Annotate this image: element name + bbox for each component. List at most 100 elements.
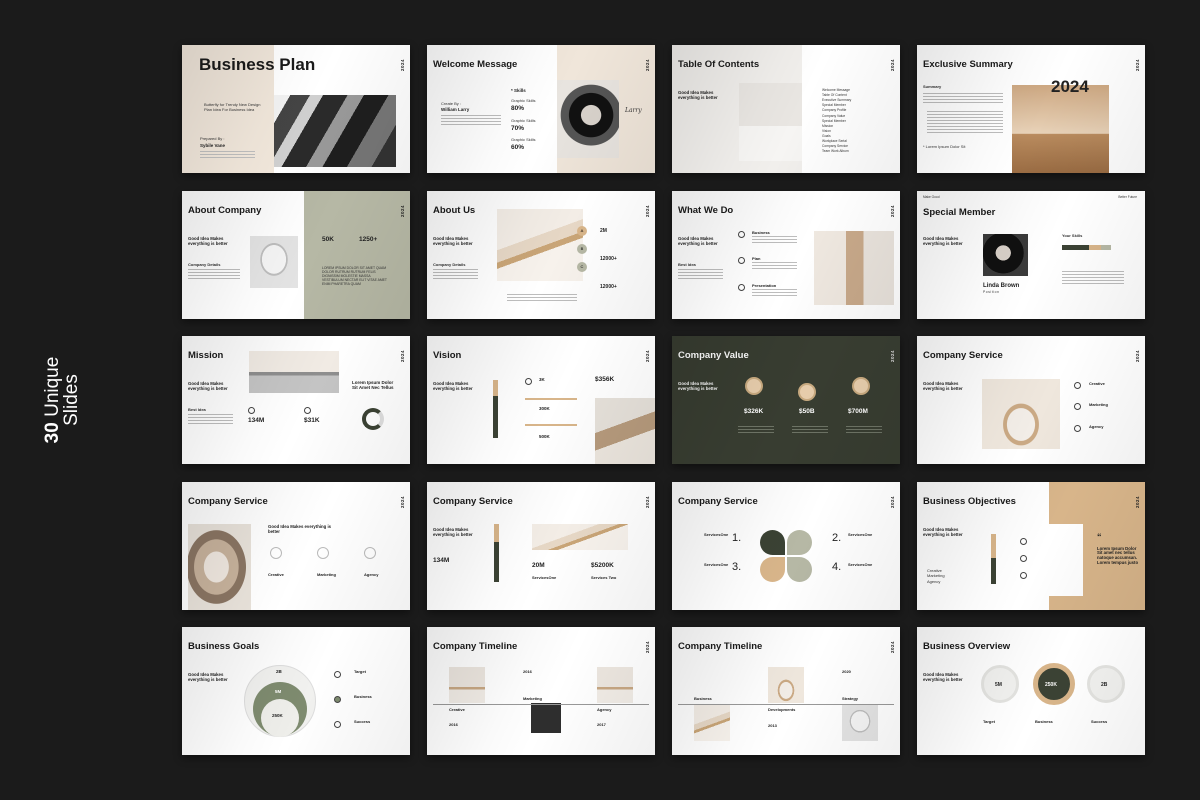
goal-value-3: 250K xyxy=(272,713,283,718)
agency-icon xyxy=(364,546,376,559)
service-item-3: Presentation xyxy=(752,282,777,288)
skill-bar-1 xyxy=(1062,244,1089,250)
slide-lead: Good Idea Makes everything is better xyxy=(678,235,718,246)
slide-lead: Good Idea Makes everything is better xyxy=(923,526,963,537)
slide-blurb: Butterfly for Trendy New Design Plan Ide… xyxy=(204,102,261,112)
timeline-photo-2 xyxy=(531,703,561,733)
value-icon-2 xyxy=(798,383,816,401)
prepared-name: Sybile Vane xyxy=(200,143,226,148)
slide-title: Business Overview xyxy=(923,641,1011,652)
year-label: 2024 xyxy=(645,59,650,72)
footer-text-lines xyxy=(507,293,577,301)
slide-table-of-contents[interactable]: Table Of Contents 2024 Good Idea Makes e… xyxy=(672,45,900,173)
quad-top-left xyxy=(760,529,785,555)
value-icon-1 xyxy=(745,377,763,395)
business-icon xyxy=(334,696,341,703)
slide-welcome-message[interactable]: Welcome Message 2024 Create By : William… xyxy=(427,45,655,173)
slide-what-we-do[interactable]: What We Do 2024 Good Idea Makes everythi… xyxy=(672,190,900,319)
timeline-photo-2 xyxy=(768,667,804,703)
slide-title: Business Plan xyxy=(199,55,316,74)
summary-label: Summary xyxy=(923,84,942,89)
link-icon xyxy=(304,407,311,414)
quote-mark: “ xyxy=(1097,531,1102,542)
goal-ring-inner xyxy=(261,699,299,737)
year-label: 2024 xyxy=(1135,495,1140,508)
vision-bar-tan xyxy=(493,380,498,396)
slides-grid: Business Plan 2024 Butterfly for Trendy … xyxy=(182,45,1145,755)
timeline-photo-1 xyxy=(694,705,730,741)
letter-badge-a: A xyxy=(577,225,587,236)
goal-item-3: Success xyxy=(354,719,371,724)
slide-business-plan[interactable]: Business Plan 2024 Butterfly for Trendy … xyxy=(182,45,410,173)
objectives-list: Creative Marketing Agency xyxy=(927,568,945,585)
objective-item: Agency xyxy=(927,578,941,584)
slide-mission[interactable]: Mission 2024 Good Idea Makes everything … xyxy=(182,336,410,464)
building-photo xyxy=(274,95,396,167)
slide-title: Business Goals xyxy=(188,641,260,652)
desk-photo xyxy=(1012,85,1109,173)
side-label-count: 30 xyxy=(42,422,63,444)
service-text-lines xyxy=(752,288,797,296)
body-text-lines xyxy=(200,151,255,158)
slide-about-company[interactable]: About Company 2024 Good Idea Makes every… xyxy=(182,190,410,319)
year-label: 2024 xyxy=(1135,59,1140,72)
slide-company-value[interactable]: Company Value 2024 Good Idea Makes every… xyxy=(672,336,900,464)
quad-bottom-left xyxy=(760,556,785,582)
slide-company-service-2[interactable]: Company Service 2024 Good Idea Makes eve… xyxy=(182,481,410,610)
slide-company-timeline-1[interactable]: Company Timeline 2024 Creative Marketing… xyxy=(427,627,655,755)
your-skills-label: Your Skills xyxy=(1062,232,1083,238)
skills-label: * Skills xyxy=(511,88,526,93)
vision-bar-dark xyxy=(493,396,498,438)
slide-title: Company Timeline xyxy=(678,641,763,652)
plant-photo xyxy=(739,83,802,161)
member-name: Linda Brown xyxy=(983,282,1020,289)
slide-business-goals[interactable]: Business Goals Good Idea Makes everythin… xyxy=(182,627,410,755)
service-creative: Creative xyxy=(1089,381,1105,386)
skill-bar-3 xyxy=(1101,244,1111,250)
objective-item: Marketing xyxy=(927,573,945,579)
year-label: 2024 xyxy=(1135,350,1140,363)
objective-icon-2 xyxy=(1020,554,1027,562)
year-label: 2024 xyxy=(400,204,405,217)
slide-business-objectives[interactable]: Business Objectives 2024 Good Idea Makes… xyxy=(917,481,1145,610)
agency-icon xyxy=(1074,425,1081,432)
value-stat-1: $326K xyxy=(744,408,764,415)
creative-icon xyxy=(270,546,282,559)
details-text-lines xyxy=(188,268,240,281)
year-label: 2024 xyxy=(400,59,405,72)
slide-company-service-3[interactable]: Company Service 2024 Good Idea Makes eve… xyxy=(427,481,655,610)
slide-business-overview[interactable]: Business Overview Good Idea Makes everyt… xyxy=(917,627,1145,755)
timeline-photo-1 xyxy=(449,667,485,703)
slide-exclusive-summary[interactable]: Exclusive Summary 2024 2024 Summary * Lo… xyxy=(917,45,1145,173)
mission-stat-2: $31K xyxy=(304,417,320,424)
service-item-1: Business xyxy=(752,229,770,235)
summary-bullets xyxy=(927,111,1003,135)
vase-photo xyxy=(982,379,1060,449)
presentation-preview: 30 Unique Slides Business Plan 2024 Butt… xyxy=(0,0,1200,800)
goal-value-1: 2B xyxy=(276,669,282,674)
timeline-year-1: 2016 xyxy=(523,669,532,674)
service-number-4: 4. xyxy=(832,560,842,573)
quad-top-right xyxy=(787,529,812,555)
slide-company-timeline-2[interactable]: Company Timeline 2024 Business Developme… xyxy=(672,627,900,755)
slide-company-service-4[interactable]: Company Service 2024 ServicesOne 1. Serv… xyxy=(672,481,900,610)
overview-label-1: Target xyxy=(983,719,995,724)
slide-title: Company Value xyxy=(678,350,749,361)
skill-stat-1: 80% xyxy=(511,105,525,112)
value-stat-2: $50B xyxy=(799,408,815,415)
quad-bottom-right xyxy=(787,556,812,582)
vision-stat-1: 3K xyxy=(539,377,545,382)
timeline-year-2: 2013 xyxy=(768,723,777,728)
prepared-label: Prepared By : xyxy=(200,136,225,141)
slide-title: Company Service xyxy=(678,495,758,507)
slide-title: Company Service xyxy=(433,495,513,507)
bicycle-photo xyxy=(595,398,655,464)
slide-company-service-1[interactable]: Company Service 2024 Good Idea Makes eve… xyxy=(917,336,1145,464)
service-agency: Agency xyxy=(364,571,379,577)
mission-quote: Lorem Ipsum Dolor Sit Amet Nec Tellus xyxy=(352,380,394,391)
slide-about-us[interactable]: About Us 2024 Good Idea Makes everything… xyxy=(427,190,655,319)
goal-value-2: 5M xyxy=(275,689,282,694)
slide-special-member[interactable]: Make Good Better Future Special Member G… xyxy=(917,190,1145,319)
slide-vision[interactable]: Vision 2024 Good Idea Makes everything i… xyxy=(427,336,655,464)
slide-lead: Good Idea Makes everything is better xyxy=(188,672,228,683)
